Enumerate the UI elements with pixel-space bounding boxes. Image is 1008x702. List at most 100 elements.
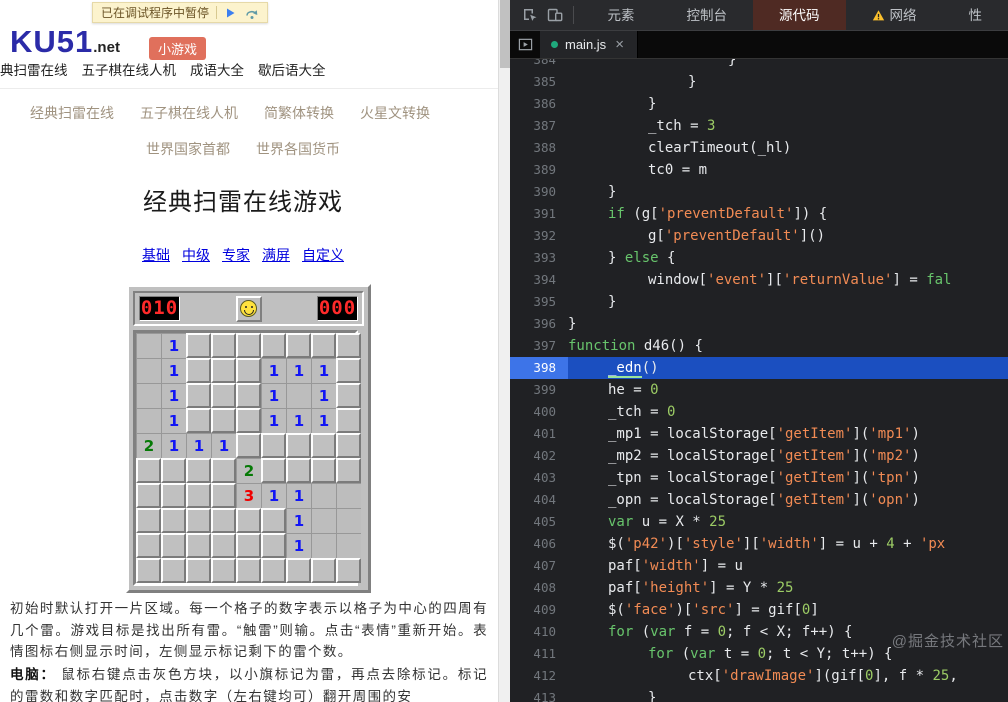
mine-cell-hidden[interactable] [236, 408, 261, 433]
mine-cell-open[interactable]: 1 [261, 483, 286, 508]
nav-link[interactable]: 成语大全 [190, 59, 244, 79]
mine-cell-hidden[interactable] [186, 458, 211, 483]
mine-cell-open[interactable]: 1 [161, 358, 186, 383]
mine-cell-hidden[interactable] [211, 333, 236, 358]
mine-cell-hidden[interactable] [286, 333, 311, 358]
code-line[interactable]: 403 _tpn = localStorage['getItem']('tpn') [510, 467, 1008, 489]
inspect-element-button[interactable] [520, 3, 540, 27]
mine-cell-hidden[interactable] [261, 558, 286, 583]
code-line[interactable]: 407 paf['width'] = u [510, 555, 1008, 577]
code-line[interactable]: 412 ctx['drawImage'](gif[0], f * 25, [510, 665, 1008, 687]
mine-cell-hidden[interactable] [186, 408, 211, 433]
mini-game-badge[interactable]: 小游戏 [149, 37, 207, 60]
mine-cell-hidden[interactable] [186, 508, 211, 533]
mine-cell-open[interactable]: 1 [286, 358, 311, 383]
mine-cell-hidden[interactable] [236, 558, 261, 583]
devtools-tab-performance[interactable]: 性 [943, 0, 1008, 30]
line-number[interactable]: 384 [510, 59, 568, 71]
mine-cell-hidden[interactable] [311, 333, 336, 358]
mine-cell-hidden[interactable] [261, 458, 286, 483]
mine-cell-hidden[interactable] [136, 458, 161, 483]
devtools-tab-network[interactable]: 网络 [846, 0, 943, 30]
code-line[interactable]: 392 g['preventDefault']() [510, 225, 1008, 247]
mine-cell-open[interactable]: 1 [311, 358, 336, 383]
line-number[interactable]: 404 [510, 489, 568, 511]
code-line[interactable]: 387 _tch = 3 [510, 115, 1008, 137]
page-scrollbar[interactable] [498, 0, 510, 702]
code-line[interactable]: 409 $('face')['src'] = gif[0] [510, 599, 1008, 621]
mine-cell-hidden[interactable] [311, 558, 336, 583]
code-line[interactable]: 391 if (g['preventDefault']) { [510, 203, 1008, 225]
site-logo[interactable]: KU51.net [10, 24, 120, 60]
line-number[interactable]: 388 [510, 137, 568, 159]
mine-cell-hidden[interactable] [311, 433, 336, 458]
line-number[interactable]: 406 [510, 533, 568, 555]
code-line[interactable]: 404 _opn = localStorage['getItem']('opn') [510, 489, 1008, 511]
smiley-reset-button[interactable] [235, 295, 262, 322]
close-icon[interactable]: × [613, 36, 626, 53]
mine-cell-open[interactable]: 1 [186, 433, 211, 458]
code-line[interactable]: 402 _mp2 = localStorage['getItem']('mp2') [510, 445, 1008, 467]
mine-cell-hidden[interactable] [136, 558, 161, 583]
mine-cell-hidden[interactable] [186, 383, 211, 408]
mine-cell-open[interactable]: 1 [261, 383, 286, 408]
mine-cell-hidden[interactable] [211, 558, 236, 583]
line-number[interactable]: 389 [510, 159, 568, 181]
line-number[interactable]: 410 [510, 621, 568, 643]
mine-cell-hidden[interactable] [336, 433, 361, 458]
mine-cell-open[interactable]: 1 [161, 433, 186, 458]
mine-cell-open[interactable]: 1 [161, 408, 186, 433]
mine-cell-open[interactable]: 1 [286, 483, 311, 508]
step-over-button[interactable] [245, 6, 259, 20]
file-tab-mainjs[interactable]: main.js × [540, 31, 638, 58]
difficulty-link[interactable]: 自定义 [302, 245, 344, 265]
mine-cell-hidden[interactable] [261, 333, 286, 358]
line-number[interactable]: 408 [510, 577, 568, 599]
mine-cell-hidden[interactable] [336, 333, 361, 358]
line-number[interactable]: 411 [510, 643, 568, 665]
line-number[interactable]: 399 [510, 379, 568, 401]
mine-cell-hidden[interactable] [161, 508, 186, 533]
mine-cell-open[interactable] [136, 408, 161, 433]
line-number[interactable]: 393 [510, 247, 568, 269]
code-line[interactable]: 394 window['event']['returnValue'] = fal [510, 269, 1008, 291]
mine-cell-open[interactable]: 1 [311, 383, 336, 408]
mine-cell-hidden[interactable] [236, 383, 261, 408]
nav-link-secondary[interactable]: 简繁体转换 [264, 103, 334, 123]
mine-cell-hidden[interactable] [261, 433, 286, 458]
line-number[interactable]: 405 [510, 511, 568, 533]
mine-cell-hidden[interactable] [336, 383, 361, 408]
line-number[interactable]: 412 [510, 665, 568, 687]
line-number[interactable]: 386 [510, 93, 568, 115]
code-line[interactable]: 393} else { [510, 247, 1008, 269]
mine-cell-open[interactable] [311, 483, 336, 508]
line-number[interactable]: 400 [510, 401, 568, 423]
mine-cell-hidden[interactable] [186, 483, 211, 508]
code-line[interactable]: 400 _tch = 0 [510, 401, 1008, 423]
code-line[interactable]: 410 for (var f = 0; f < X; f++) { [510, 621, 1008, 643]
code-line-paused[interactable]: 398 _edn() [510, 357, 1008, 379]
line-number[interactable]: 403 [510, 467, 568, 489]
code-line[interactable]: 388 clearTimeout(_hl) [510, 137, 1008, 159]
mine-cell-hidden[interactable] [261, 533, 286, 558]
mine-cell-hidden[interactable] [261, 508, 286, 533]
devtools-tab-elements[interactable]: 元素 [582, 0, 661, 30]
code-line[interactable]: 390} [510, 181, 1008, 203]
line-number[interactable]: 402 [510, 445, 568, 467]
mine-cell-hidden[interactable] [311, 458, 336, 483]
mine-cell-hidden[interactable] [211, 533, 236, 558]
mine-cell-hidden[interactable] [336, 358, 361, 383]
mine-cell-hidden[interactable] [336, 408, 361, 433]
mine-cell-hidden[interactable] [186, 558, 211, 583]
mine-cell-open[interactable] [311, 508, 336, 533]
mine-cell-hidden[interactable] [336, 558, 361, 583]
code-line[interactable]: 395} [510, 291, 1008, 313]
difficulty-link[interactable]: 满屏 [262, 245, 290, 265]
mine-cell-open[interactable] [336, 533, 361, 558]
mine-cell-open[interactable]: 1 [286, 508, 311, 533]
mine-cell-open[interactable]: 2 [136, 433, 161, 458]
mine-cell-hidden[interactable] [136, 508, 161, 533]
show-navigator-button[interactable] [510, 31, 540, 58]
difficulty-link[interactable]: 中级 [182, 245, 210, 265]
nav-link-secondary[interactable]: 经典扫雷在线 [30, 103, 114, 123]
